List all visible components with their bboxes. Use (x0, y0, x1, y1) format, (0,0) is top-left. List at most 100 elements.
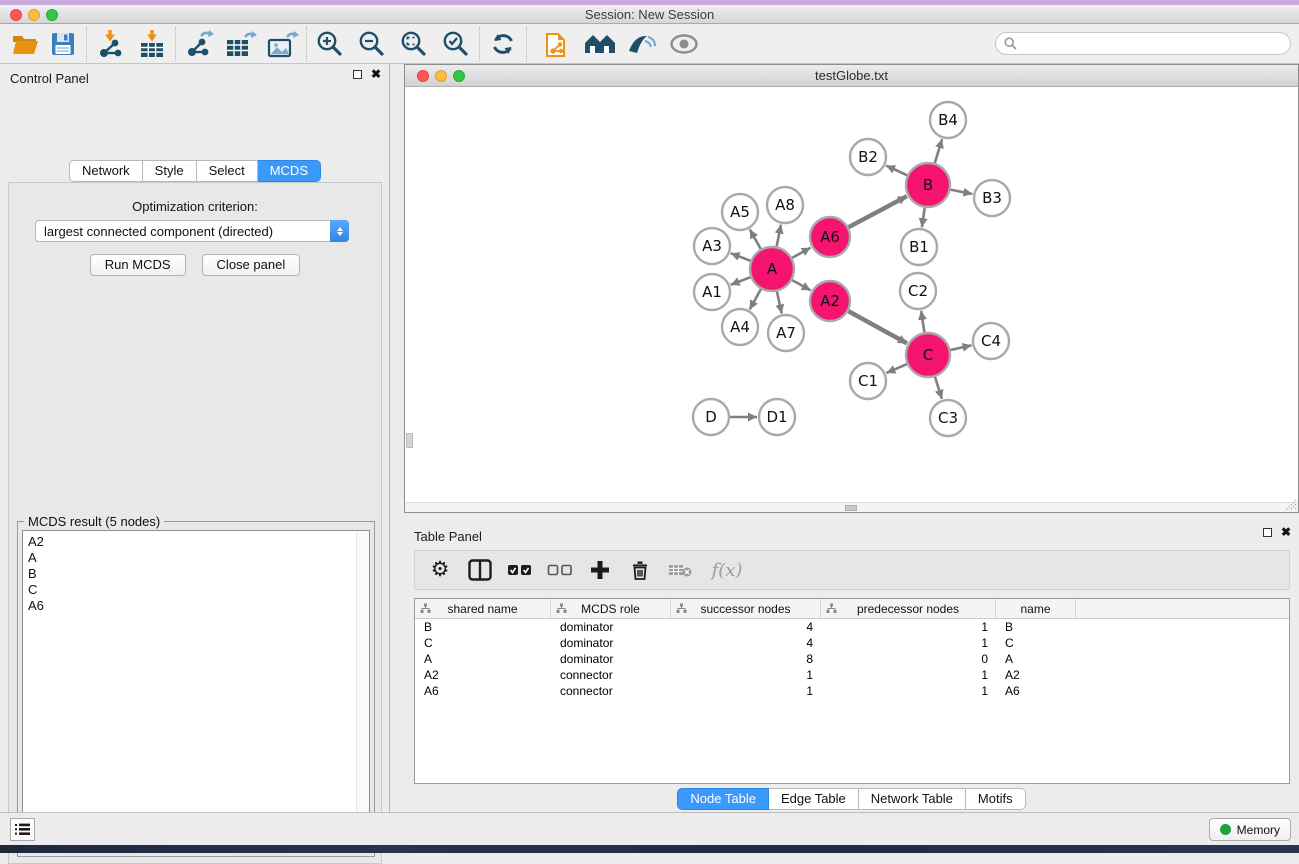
cell[interactable]: B (996, 619, 1076, 635)
edge-C-C3[interactable] (935, 377, 942, 399)
minimize-window-button[interactable] (28, 9, 40, 21)
close-panel-icon[interactable]: ✖ (371, 70, 381, 79)
network-zoom-button[interactable] (453, 70, 465, 82)
cell[interactable]: 8 (671, 651, 821, 667)
cell[interactable]: dominator (551, 651, 671, 667)
cell[interactable]: A2 (996, 667, 1076, 683)
resize-grip-icon[interactable] (1284, 498, 1297, 511)
cell[interactable]: A6 (996, 683, 1076, 699)
cell[interactable]: A (996, 651, 1076, 667)
network-canvas[interactable]: B4B2BB3A5A8A6A3B1AA1C2A2A4A7CC4C1C3DD1 (406, 87, 1297, 502)
search-input[interactable] (1022, 37, 1290, 51)
cell[interactable]: C (996, 635, 1076, 651)
cell[interactable]: 4 (671, 619, 821, 635)
cell[interactable]: 1 (821, 667, 996, 683)
edge-A-A5[interactable] (750, 229, 761, 249)
column-header-shared-name[interactable]: shared name (415, 599, 551, 618)
node-A3[interactable]: A3 (694, 228, 730, 264)
column-layout-icon[interactable] (467, 556, 493, 584)
float-table-panel-icon[interactable] (1263, 528, 1272, 537)
add-column-icon[interactable] (587, 556, 613, 584)
function-builder-icon[interactable]: f(x) (707, 556, 747, 584)
tab-motifs[interactable]: Motifs (966, 788, 1026, 810)
node-A6[interactable]: A6 (810, 217, 850, 257)
column-header-MCDS-role[interactable]: MCDS role (551, 599, 671, 618)
deselect-all-columns-icon[interactable] (547, 556, 573, 584)
task-history-button[interactable] (10, 818, 35, 841)
cell[interactable]: 1 (671, 667, 821, 683)
node-D[interactable]: D (693, 399, 729, 435)
result-scrollbar[interactable] (356, 531, 369, 851)
edge-A2-C[interactable] (848, 311, 907, 343)
edge-B-B3[interactable] (951, 190, 973, 194)
edge-C-C4[interactable] (951, 345, 972, 350)
network-hscroll[interactable] (405, 502, 1298, 512)
float-panel-icon[interactable] (353, 70, 362, 79)
edge-A-A7[interactable] (777, 292, 782, 314)
node-A1[interactable]: A1 (694, 274, 730, 310)
node-C4[interactable]: C4 (973, 323, 1009, 359)
node-C2[interactable]: C2 (900, 273, 936, 309)
cell[interactable]: dominator (551, 619, 671, 635)
node-C[interactable]: C (906, 333, 950, 377)
run-mcds-button[interactable]: Run MCDS (90, 254, 186, 276)
delete-column-icon[interactable] (627, 556, 653, 584)
tab-node-table[interactable]: Node Table (677, 788, 769, 810)
node-A[interactable]: A (750, 247, 794, 291)
cell[interactable]: 1 (671, 683, 821, 699)
zoom-window-button[interactable] (46, 9, 58, 21)
tab-network-table[interactable]: Network Table (859, 788, 966, 810)
node-A7[interactable]: A7 (768, 315, 804, 351)
edge-A-A1[interactable] (731, 277, 751, 285)
import-table-icon[interactable] (135, 28, 169, 60)
select-all-columns-icon[interactable] (507, 556, 533, 584)
close-panel-button[interactable]: Close panel (202, 254, 301, 276)
tab-mcds[interactable]: MCDS (258, 160, 321, 182)
node-A4[interactable]: A4 (722, 309, 758, 345)
edge-C-C2[interactable] (921, 311, 924, 333)
tab-network[interactable]: Network (69, 160, 143, 182)
table-settings-icon[interactable]: ⚙ (427, 556, 453, 584)
result-item[interactable]: A6 (23, 598, 369, 614)
node-D1[interactable]: D1 (759, 399, 795, 435)
export-network-icon[interactable] (182, 28, 216, 60)
node-B2[interactable]: B2 (850, 139, 886, 175)
table-row[interactable]: Bdominator41B (415, 619, 1289, 635)
node-B4[interactable]: B4 (930, 102, 966, 138)
network-close-button[interactable] (417, 70, 429, 82)
node-A8[interactable]: A8 (767, 187, 803, 223)
cell[interactable]: A (415, 651, 551, 667)
node-A5[interactable]: A5 (722, 194, 758, 230)
node-B3[interactable]: B3 (974, 180, 1010, 216)
close-window-button[interactable] (10, 9, 22, 21)
column-header-predecessor-nodes[interactable]: predecessor nodes (821, 599, 996, 618)
tab-style[interactable]: Style (143, 160, 197, 182)
edge-B-B4[interactable] (935, 139, 942, 163)
edge-A-A4[interactable] (750, 289, 761, 309)
cell[interactable]: 1 (821, 619, 996, 635)
node-C3[interactable]: C3 (930, 400, 966, 436)
export-table-icon[interactable] (224, 28, 258, 60)
toggle-bird-eye-view-icon[interactable] (667, 28, 701, 60)
result-item[interactable]: C (23, 582, 369, 598)
tab-select[interactable]: Select (197, 160, 258, 182)
table-row[interactable]: A2connector11A2 (415, 667, 1289, 683)
export-image-icon[interactable] (266, 28, 300, 60)
network-window-titlebar[interactable]: testGlobe.txt (405, 65, 1298, 87)
optimization-criterion-select[interactable]: largest connected component (directed) (35, 220, 349, 242)
cell[interactable]: 1 (821, 683, 996, 699)
zoom-out-icon[interactable] (355, 28, 389, 60)
edge-B-B1[interactable] (922, 208, 925, 227)
tab-edge-table[interactable]: Edge Table (769, 788, 859, 810)
cell[interactable]: A6 (415, 683, 551, 699)
zoom-selected-icon[interactable] (439, 28, 473, 60)
edge-A-A8[interactable] (777, 225, 781, 247)
zoom-fit-icon[interactable] (397, 28, 431, 60)
new-network-from-file-icon[interactable] (541, 28, 575, 60)
node-table[interactable]: shared nameMCDS rolesuccessor nodesprede… (414, 598, 1290, 784)
column-header-successor-nodes[interactable]: successor nodes (671, 599, 821, 618)
network-hscroll-thumb[interactable] (845, 505, 857, 511)
close-table-panel-icon[interactable]: ✖ (1281, 528, 1291, 537)
show-home-networks-icon[interactable] (583, 28, 617, 60)
node-C1[interactable]: C1 (850, 363, 886, 399)
